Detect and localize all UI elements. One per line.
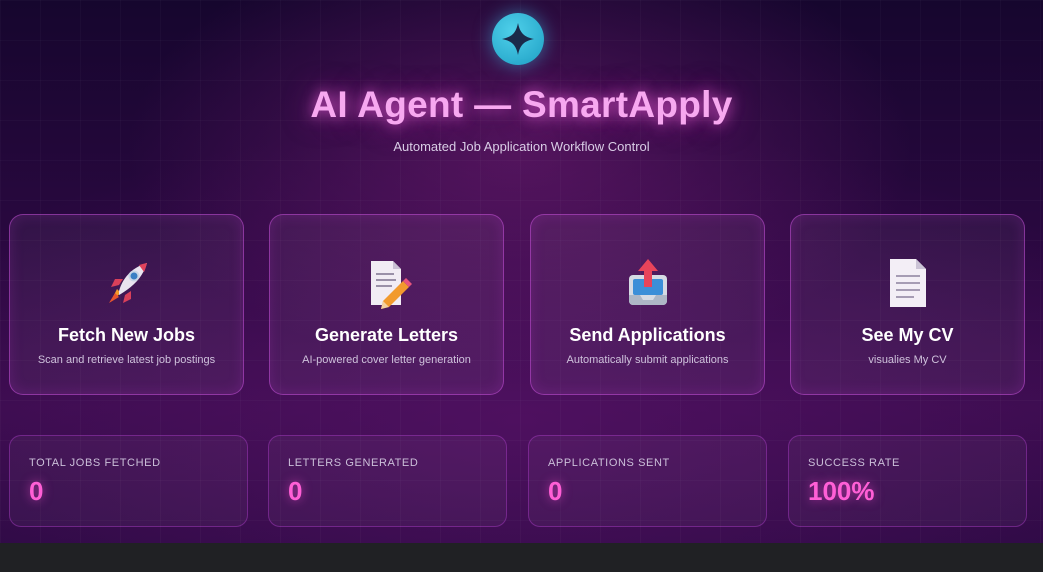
card-description: visualies My CV xyxy=(868,354,947,366)
stat-label: APPLICATIONS SENT xyxy=(548,457,670,469)
card-description: Scan and retrieve latest job postings xyxy=(37,354,216,366)
logo xyxy=(492,13,544,65)
card-title: Generate Letters xyxy=(314,325,459,345)
send-applications-card[interactable]: Send Applications Automatically submit a… xyxy=(530,214,765,395)
card-description: AI-powered cover letter generation xyxy=(302,354,471,366)
card-description: Automatically submit applications xyxy=(566,354,729,366)
stat-label: LETTERS GENERATED xyxy=(288,457,419,469)
page-title: AI Agent — SmartApply xyxy=(310,84,733,125)
bottom-bar xyxy=(0,543,1043,572)
card-title: Fetch New Jobs xyxy=(57,325,196,345)
stat-value: 100% xyxy=(808,476,875,506)
stat-letters-generated: LETTERS GENERATED 0 xyxy=(268,435,507,527)
card-title: See My CV xyxy=(861,325,954,345)
outbox-tray-icon xyxy=(531,255,764,309)
stat-label: TOTAL JOBS FETCHED xyxy=(29,457,161,469)
stat-value: 0 xyxy=(548,476,563,506)
stat-success-rate: SUCCESS RATE 100% xyxy=(788,435,1027,527)
page-icon xyxy=(791,255,1024,309)
rocket-icon xyxy=(10,255,243,309)
generate-letters-card[interactable]: Generate Letters AI-powered cover letter… xyxy=(269,214,504,395)
fetch-jobs-card[interactable]: Fetch New Jobs Scan and retrieve latest … xyxy=(9,214,244,395)
stat-value: 0 xyxy=(29,476,44,506)
document-pencil-icon xyxy=(270,255,503,309)
stat-total-jobs: TOTAL JOBS FETCHED 0 xyxy=(9,435,248,527)
stat-label: SUCCESS RATE xyxy=(808,457,900,469)
smartapply-dashboard: AI Agent — SmartApply Automated Job Appl… xyxy=(0,0,1043,543)
card-title: Send Applications xyxy=(569,325,726,345)
stat-applications-sent: APPLICATIONS SENT 0 xyxy=(528,435,767,527)
page-subtitle: Automated Job Application Workflow Contr… xyxy=(393,139,650,154)
stat-value: 0 xyxy=(288,476,303,506)
see-cv-card[interactable]: See My CV visualies My CV xyxy=(790,214,1025,395)
sparkle-star-icon xyxy=(502,23,534,55)
